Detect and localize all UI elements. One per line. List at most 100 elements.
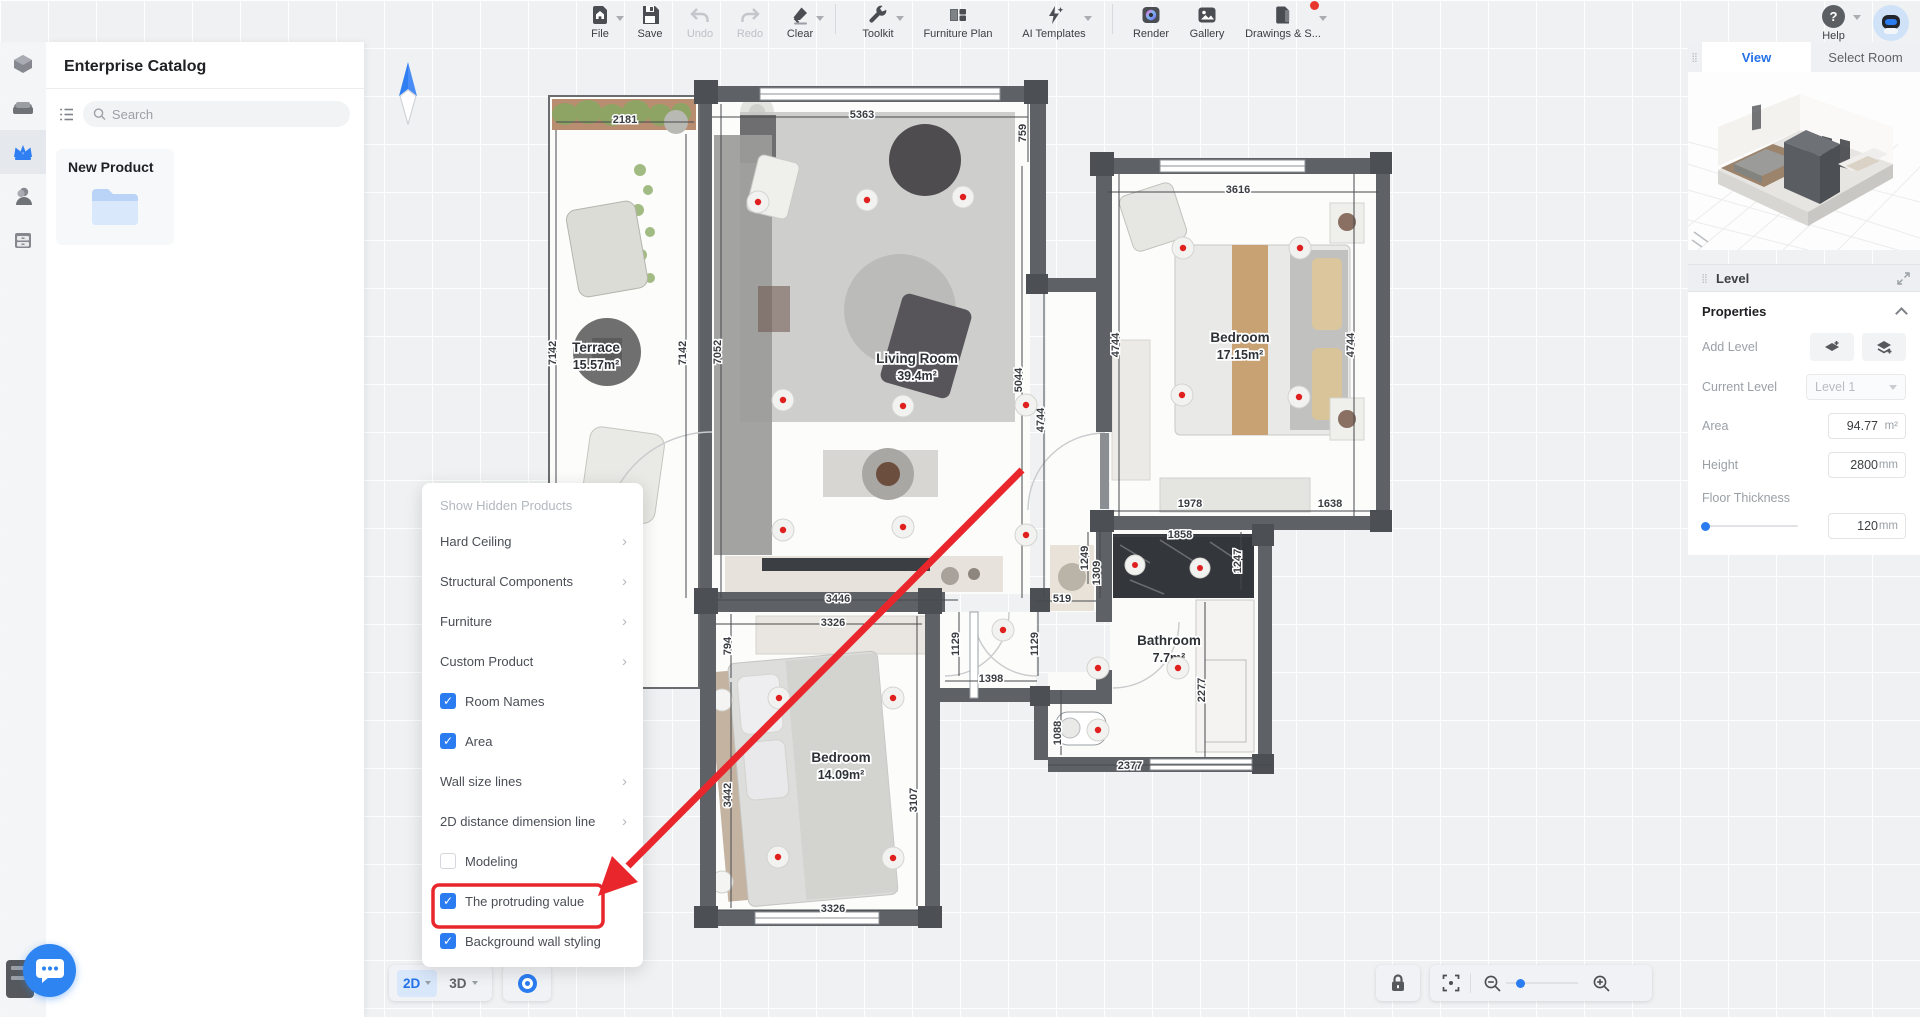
svg-text:519: 519 xyxy=(1053,593,1071,605)
mode-3d-button[interactable]: 3D xyxy=(443,970,483,997)
svg-text:17.15m²: 17.15m² xyxy=(1217,348,1264,362)
svg-text:3107: 3107 xyxy=(908,788,920,812)
mode-2d-button[interactable]: 2D xyxy=(397,970,437,997)
new-product-card[interactable]: New Product xyxy=(56,149,174,245)
collapse-chevron-icon[interactable] xyxy=(1895,307,1908,320)
gallery-icon xyxy=(1196,4,1218,26)
menu-header: Show Hidden Products xyxy=(422,489,643,521)
floor-thickness-input[interactable] xyxy=(1836,519,1878,533)
3d-preview[interactable] xyxy=(1688,72,1920,250)
svg-text:4744: 4744 xyxy=(1035,407,1047,432)
area-input[interactable] xyxy=(1836,419,1878,433)
undo-button[interactable]: Undo xyxy=(675,0,725,40)
menu-item-structural-components[interactable]: Structural Components› xyxy=(422,561,643,601)
zoom-in-button[interactable] xyxy=(1592,974,1611,993)
add-level-below-button[interactable] xyxy=(1810,333,1854,361)
sofa-icon xyxy=(11,96,35,120)
toolbar-divider xyxy=(1112,4,1113,34)
menu-item-furniture[interactable]: Furniture› xyxy=(422,601,643,641)
menu-item-custom-product[interactable]: Custom Product› xyxy=(422,641,643,681)
menu-item-2d-distance-dimension-line[interactable]: 2D distance dimension line› xyxy=(422,801,643,841)
drawings-button[interactable]: Drawings & S... xyxy=(1235,0,1331,40)
sidebar-item-furniture[interactable] xyxy=(0,86,46,130)
slider-knob[interactable] xyxy=(1701,522,1710,531)
caret-down-icon[interactable] xyxy=(1853,15,1861,20)
zoom-slider[interactable] xyxy=(1506,982,1578,984)
menu-item-modeling[interactable]: Modeling xyxy=(422,841,643,881)
new-product-label: New Product xyxy=(68,159,162,175)
crown-icon xyxy=(11,140,35,164)
zoom-slider-knob[interactable] xyxy=(1516,979,1525,988)
chat-button[interactable] xyxy=(23,944,76,997)
render-button[interactable]: Render xyxy=(1123,0,1179,40)
floor-thickness-slider[interactable] xyxy=(1702,525,1798,527)
zoom-out-button[interactable] xyxy=(1483,974,1502,993)
search-input[interactable] xyxy=(112,107,340,122)
level-bar[interactable]: ⣿ Level xyxy=(1688,264,1920,292)
gallery-button[interactable]: Gallery xyxy=(1179,0,1235,40)
caret-down-icon xyxy=(1889,385,1897,390)
menu-item-hard-ceiling[interactable]: Hard Ceiling› xyxy=(422,521,643,561)
tab-view[interactable]: View xyxy=(1702,42,1811,72)
avatar[interactable] xyxy=(1873,5,1909,41)
3d-preview-svg xyxy=(1688,72,1920,250)
sidebar-item-storage[interactable] xyxy=(0,218,46,262)
tab-select-room[interactable]: Select Room xyxy=(1811,42,1920,72)
save-button[interactable]: Save xyxy=(625,0,675,40)
checkbox-checked-icon[interactable]: ✓ xyxy=(440,893,456,909)
menu-item-wall-size-lines[interactable]: Wall size lines› xyxy=(422,761,643,801)
list-icon[interactable] xyxy=(58,106,75,123)
zoom-divider xyxy=(1470,973,1471,993)
menu-item-background-wall-styling[interactable]: ✓Background wall styling xyxy=(422,921,643,961)
menu-item-the-protruding-value[interactable]: ✓The protruding value xyxy=(422,881,643,921)
clear-button[interactable]: Clear xyxy=(775,0,825,40)
furniture-plan-button[interactable]: Furniture Plan xyxy=(910,0,1006,40)
svg-text:4744: 4744 xyxy=(1345,332,1357,357)
svg-text:14.09m²: 14.09m² xyxy=(818,768,865,782)
svg-text:1858: 1858 xyxy=(1168,529,1192,541)
current-level-select[interactable]: Level 1 xyxy=(1806,374,1906,400)
svg-text:1129: 1129 xyxy=(1029,632,1041,656)
lock-button[interactable] xyxy=(1376,965,1420,1001)
render-icon xyxy=(1140,4,1162,26)
drawings-icon xyxy=(1272,4,1294,26)
sidebar-item-models[interactable] xyxy=(0,42,46,86)
redo-button[interactable]: Redo xyxy=(725,0,775,40)
chat-bubble-icon xyxy=(35,958,65,984)
add-level-below-icon xyxy=(1823,338,1841,356)
checkbox-checked-icon[interactable]: ✓ xyxy=(440,933,456,949)
toolkit-button[interactable]: Toolkit xyxy=(846,0,910,40)
help-button[interactable]: ? Help xyxy=(1822,5,1845,42)
visibility-toggle-button[interactable] xyxy=(503,965,551,1001)
drag-handle-icon[interactable]: ⣿ xyxy=(1688,42,1702,72)
ai-templates-button[interactable]: AI Templates xyxy=(1006,0,1102,40)
menu-item-room-names[interactable]: ✓Room Names xyxy=(422,681,643,721)
height-input[interactable] xyxy=(1836,458,1878,472)
view-tabs: ⣿ View Select Room xyxy=(1688,42,1920,72)
search-box[interactable] xyxy=(83,101,350,127)
ai-templates-icon xyxy=(1043,4,1065,26)
svg-text:7052: 7052 xyxy=(712,340,724,364)
file-button[interactable]: File xyxy=(575,0,625,40)
cabinet-icon xyxy=(11,228,35,252)
fit-screen-button[interactable] xyxy=(1442,974,1460,992)
chevron-right-icon: › xyxy=(622,653,627,670)
svg-text:3326: 3326 xyxy=(821,903,845,915)
chevron-right-icon: › xyxy=(622,613,627,630)
sidebar-item-profile[interactable] xyxy=(0,174,46,218)
checkbox-checked-icon[interactable]: ✓ xyxy=(440,733,456,749)
add-level-above-button[interactable] xyxy=(1862,333,1906,361)
svg-text:1638: 1638 xyxy=(1318,498,1342,510)
svg-text:15.57m²: 15.57m² xyxy=(573,358,620,372)
menu-item-area[interactable]: ✓Area xyxy=(422,721,643,761)
checkbox-checked-icon[interactable]: ✓ xyxy=(440,693,456,709)
properties-panel: Properties Add Level Current Level Level… xyxy=(1688,292,1920,555)
checkbox-unchecked-icon[interactable] xyxy=(440,853,456,869)
door-leaf-bedroom xyxy=(1100,433,1109,509)
svg-text:39.4m²: 39.4m² xyxy=(897,369,937,383)
sidebar-item-enterprise-catalog[interactable] xyxy=(0,130,46,174)
caret-down-icon xyxy=(616,16,624,21)
add-level-above-icon xyxy=(1875,338,1893,356)
caret-down-icon xyxy=(816,16,824,21)
expand-icon[interactable] xyxy=(1897,272,1910,285)
